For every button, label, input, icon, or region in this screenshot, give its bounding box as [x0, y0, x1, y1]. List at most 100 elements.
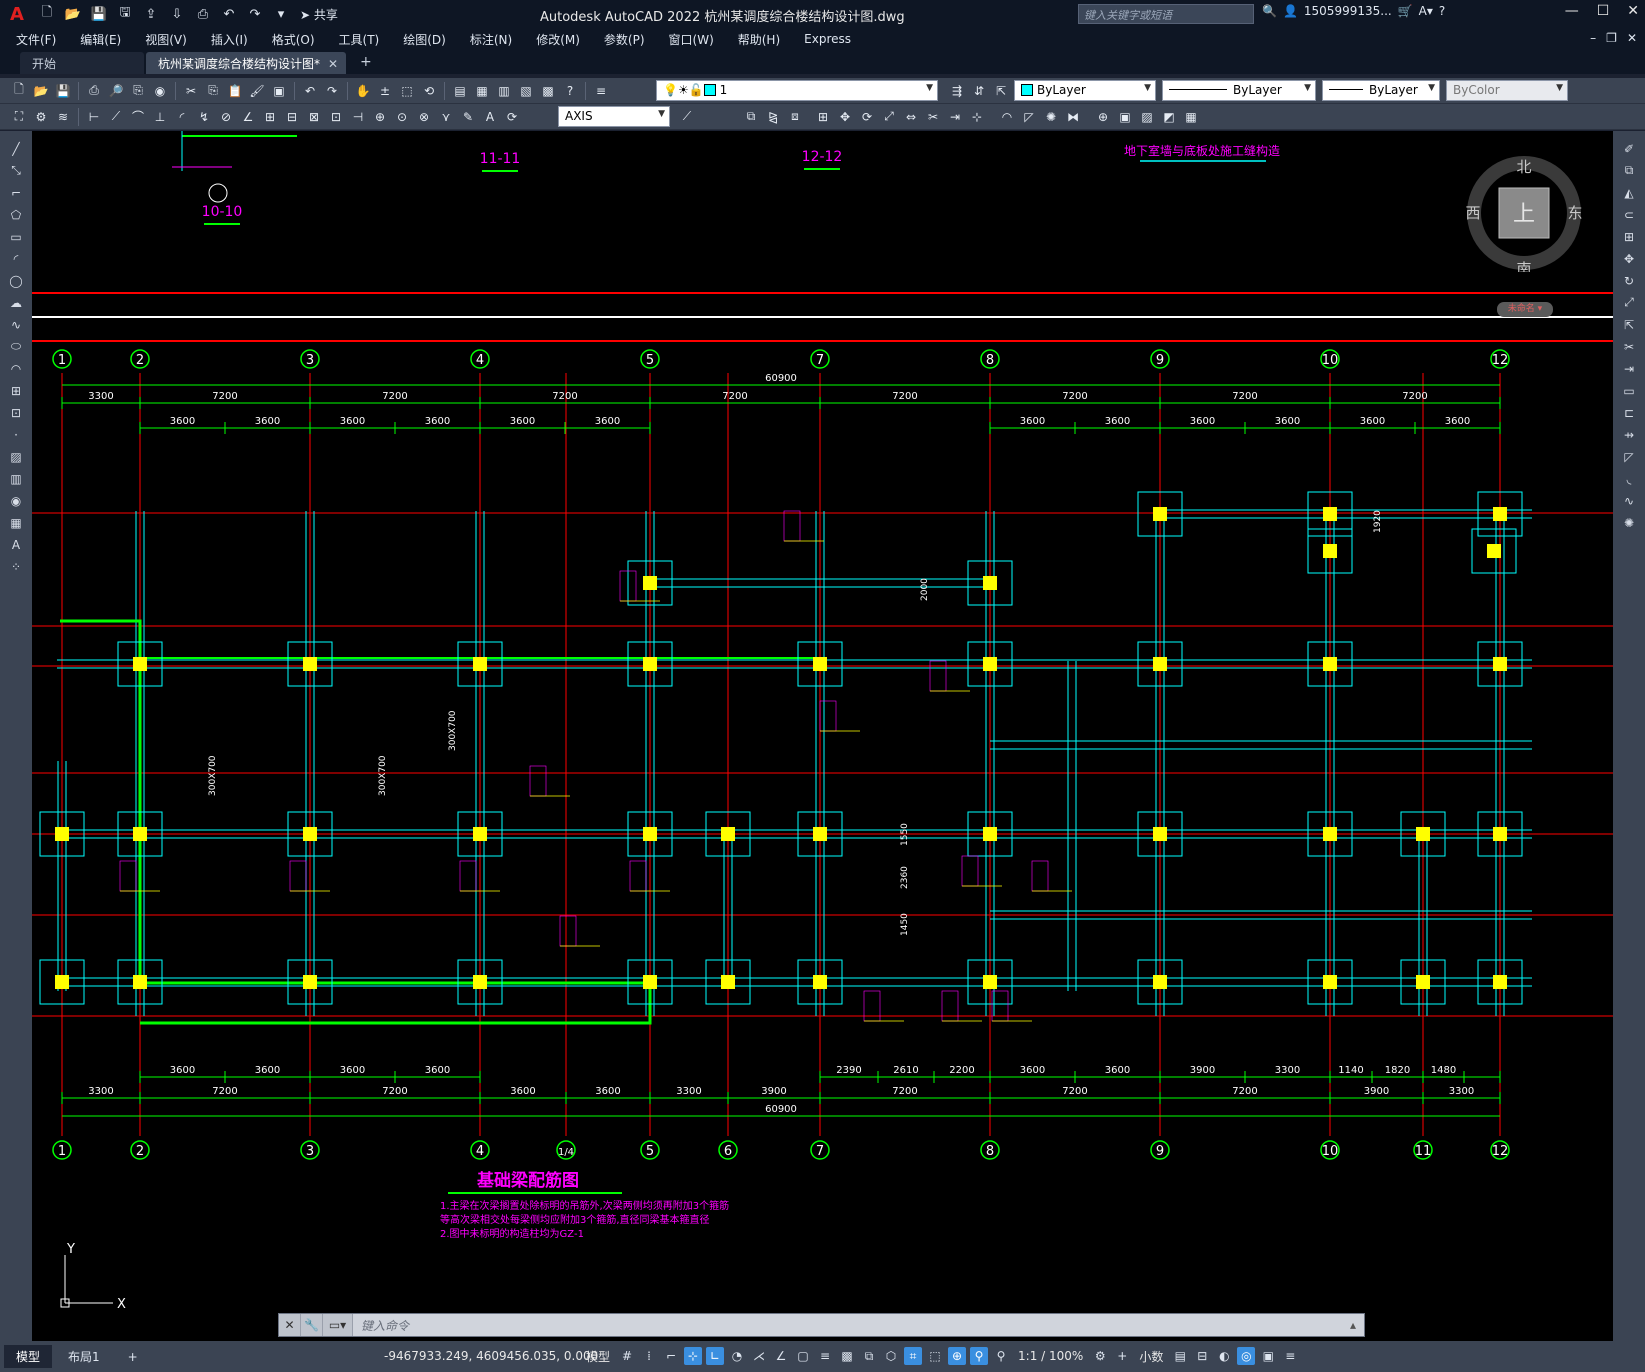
gizmo-icon[interactable]: ⊕ — [948, 1347, 967, 1365]
transparency-icon[interactable]: ▩ — [838, 1347, 856, 1365]
user-name[interactable]: 1505999135... — [1304, 4, 1392, 18]
viewcube-north-label[interactable]: 北 — [1516, 158, 1531, 176]
copy-object-icon[interactable]: ⧉ — [742, 108, 760, 126]
dim-edit-icon[interactable]: ✎ — [459, 108, 477, 126]
dimstyle-manager-icon[interactable]: ⟋ — [678, 108, 696, 126]
coordinates-readout[interactable]: -9467933.249, 4609456.035, 0.000 — [384, 1349, 598, 1363]
cmd-close-icon[interactable]: ✕ — [279, 1314, 301, 1336]
rotate-icon[interactable]: ⟳ — [858, 108, 876, 126]
continue-dim-icon[interactable]: ⊠ — [305, 108, 323, 126]
annotation-monitor-icon[interactable]: + — [1113, 1347, 1131, 1365]
save-icon[interactable]: 💾 — [54, 82, 72, 100]
close-icon[interactable]: ✕ — [1627, 3, 1639, 19]
dim-update-icon[interactable]: ⟳ — [503, 108, 521, 126]
paste-icon[interactable]: 📋 — [226, 82, 244, 100]
stretch-icon[interactable]: ⇱ — [1619, 315, 1639, 334]
user-icon[interactable]: 👤 — [1283, 4, 1298, 18]
grid-icon[interactable]: # — [618, 1347, 636, 1365]
new-icon[interactable]: 🗋 — [10, 82, 28, 100]
menu-view[interactable]: 视图(V) — [145, 31, 187, 48]
pan-icon[interactable]: ✋ — [354, 82, 372, 100]
publish-icon[interactable]: ⎘ — [129, 82, 147, 100]
cut-icon[interactable]: ✂ — [182, 82, 200, 100]
layer-state-icon[interactable]: ⇱ — [992, 82, 1010, 100]
scale-icon[interactable]: ⤢ — [1619, 293, 1639, 312]
cmd-history-icon[interactable]: ▴ — [1350, 1318, 1364, 1332]
infer-icon[interactable]: ⌐ — [662, 1347, 680, 1365]
tab-start[interactable]: 开始 — [20, 52, 144, 74]
jogged-linear-icon[interactable]: ⋎ — [437, 108, 455, 126]
viewcube-west-label[interactable]: 西 — [1465, 204, 1480, 222]
command-input[interactable]: 键入命令 — [353, 1317, 1350, 1334]
polyline-icon[interactable]: ⌐ — [6, 183, 26, 202]
inspect-icon[interactable]: ⊗ — [415, 108, 433, 126]
construction-line-icon[interactable]: ⤡ — [6, 161, 26, 180]
radius-dim-icon[interactable]: ◜ — [173, 108, 191, 126]
plot-icon[interactable]: ⎙ — [192, 3, 214, 25]
table-icon[interactable]: ▦ — [1182, 108, 1200, 126]
make-current-icon[interactable]: ⇶ — [948, 82, 966, 100]
dynamic-ucs-icon[interactable]: ⌗ — [904, 1347, 923, 1365]
insert-block-icon[interactable]: ⊞ — [6, 381, 26, 400]
annotation-visibility-icon[interactable]: ⚲ — [970, 1347, 989, 1365]
zoom-realtime-icon[interactable]: ± — [376, 82, 394, 100]
block-editor-icon[interactable]: ▣ — [270, 82, 288, 100]
save-web-icon[interactable]: ⇩ — [166, 3, 188, 25]
stretch-icon[interactable]: ⇔ — [902, 108, 920, 126]
layer-previous-icon[interactable]: ⇵ — [970, 82, 988, 100]
ellipse-arc-icon[interactable]: ◠ — [6, 359, 26, 378]
mirror-icon[interactable]: ◭ — [1619, 183, 1639, 202]
minimize-icon[interactable]: — — [1565, 3, 1579, 19]
make-block-icon[interactable]: ⊡ — [6, 403, 26, 422]
arc-icon[interactable]: ◜ — [6, 249, 26, 268]
match-properties-icon[interactable]: 🖌 — [248, 82, 266, 100]
array-icon[interactable]: ⊞ — [814, 108, 832, 126]
layout1-tab[interactable]: 布局1 — [56, 1345, 112, 1368]
annotation-scale[interactable]: 1:1 / 100% — [1018, 1349, 1083, 1363]
add-selected-icon[interactable]: ⁘ — [6, 557, 26, 576]
customize-qa-icon[interactable]: ▾ — [270, 3, 292, 25]
viewcube-top-face[interactable]: 上 — [1513, 202, 1535, 227]
array-icon[interactable]: ⊞ — [1619, 227, 1639, 246]
model-tab[interactable]: 模型 — [4, 1345, 53, 1368]
quick-select-icon[interactable]: ⛶ — [10, 108, 28, 126]
chamfer-icon[interactable]: ◸ — [1020, 108, 1038, 126]
drawing-canvas[interactable]: 10-10 11-11 12-12 地下室墙与底板处施工缝构造 1 2 3 4 5 7 8 9 10 12… — [32, 131, 1613, 1341]
plot-preview-icon[interactable]: 🔎 — [107, 82, 125, 100]
undo-icon[interactable]: ↶ — [218, 3, 240, 25]
gradient-icon[interactable]: ▥ — [6, 469, 26, 488]
menu-insert[interactable]: 插入(I) — [211, 31, 248, 48]
help-search-input[interactable]: 键入关键字或短语 — [1078, 4, 1254, 24]
trim-icon[interactable]: ✂ — [924, 108, 942, 126]
angular-dim-icon[interactable]: ∠ — [239, 108, 257, 126]
menu-parametric[interactable]: 参数(P) — [604, 31, 645, 48]
open-icon[interactable]: 📂 — [32, 82, 50, 100]
save-icon[interactable]: 💾 — [88, 3, 110, 25]
region-icon[interactable]: ◉ — [6, 491, 26, 510]
aligned-dim-icon[interactable]: ⟋ — [107, 108, 125, 126]
fillet-icon[interactable]: ◟ — [1619, 469, 1639, 488]
insert-block-icon[interactable]: ⊕ — [1094, 108, 1112, 126]
menu-file[interactable]: 文件(F) — [16, 31, 56, 48]
hatch-icon[interactable]: ▨ — [6, 447, 26, 466]
polar-icon[interactable]: ◔ — [728, 1347, 746, 1365]
extend-icon[interactable]: ⇥ — [946, 108, 964, 126]
color-dropdown[interactable]: ByLayer ▼ — [1014, 80, 1156, 101]
doc-close-icon[interactable]: ✕ — [1627, 31, 1637, 45]
rotate-icon[interactable]: ↻ — [1619, 271, 1639, 290]
object-snap-tracking-icon[interactable]: ∠ — [772, 1347, 790, 1365]
redo-icon[interactable]: ↷ — [244, 3, 266, 25]
hatch-icon[interactable]: ▨ — [1138, 108, 1156, 126]
explode-icon[interactable]: ✺ — [1619, 513, 1639, 532]
clean-screen-icon[interactable]: ▣ — [1259, 1347, 1277, 1365]
lock-ui-icon[interactable]: ⊟ — [1193, 1347, 1211, 1365]
move-icon[interactable]: ✥ — [1619, 249, 1639, 268]
break-icon[interactable]: ⊹ — [968, 108, 986, 126]
search-icon[interactable]: 🔍 — [1262, 4, 1277, 18]
chamfer-icon[interactable]: ◸ — [1619, 447, 1639, 466]
menu-dimension[interactable]: 标注(N) — [470, 31, 512, 48]
dimstyle-dropdown[interactable]: AXIS ▼ — [558, 106, 670, 127]
copy-icon[interactable]: ⧉ — [1619, 161, 1639, 180]
menu-window[interactable]: 窗口(W) — [669, 31, 714, 48]
tab-document[interactable]: 杭州某调度综合楼结构设计图* ✕ — [146, 52, 346, 74]
